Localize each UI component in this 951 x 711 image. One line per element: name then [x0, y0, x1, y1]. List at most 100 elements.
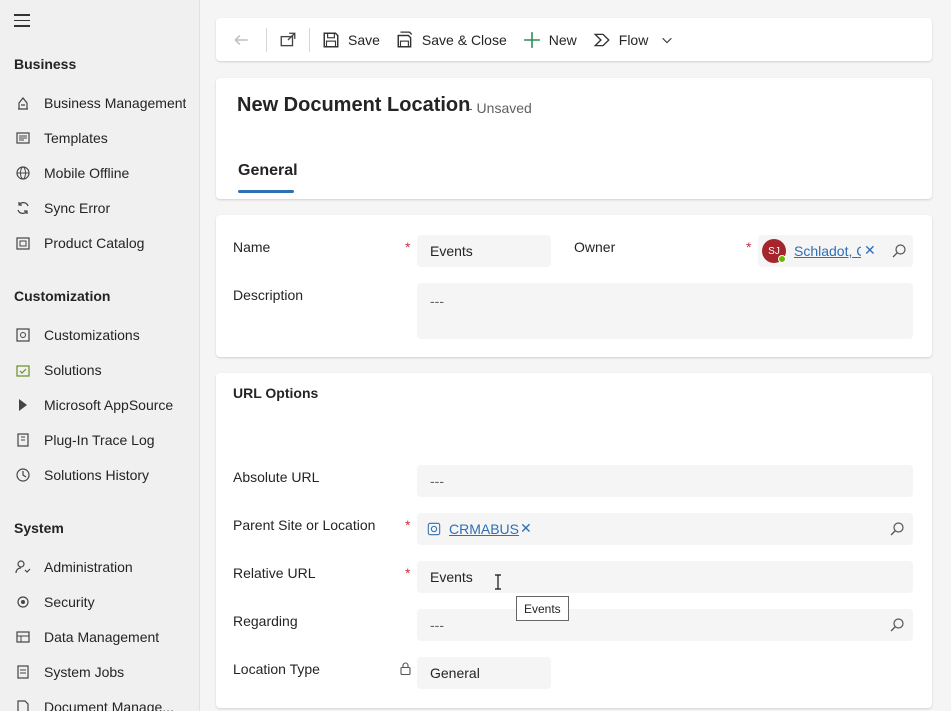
section-title: URL Options — [233, 385, 319, 401]
sidebar-item-label: Administration — [44, 558, 133, 575]
sidebar-item-customizations[interactable]: Customizations — [0, 317, 199, 352]
sidebar-item-label: Business Management — [44, 94, 187, 111]
open-in-new-window-icon — [280, 32, 296, 46]
remove-owner-icon[interactable]: ✕ — [864, 242, 876, 259]
name-field[interactable]: Events — [417, 235, 551, 267]
security-icon — [14, 593, 32, 611]
plus-icon — [523, 31, 540, 48]
sidebar-item-system-jobs[interactable]: System Jobs — [0, 654, 199, 689]
save-close-label: Save & Close — [421, 31, 507, 48]
page-title: New Document Location — [237, 94, 471, 116]
flow-button[interactable]: Flow — [585, 18, 683, 61]
new-label: New — [548, 31, 577, 48]
parent-location-label: Parent Site or Location — [233, 517, 376, 533]
owner-lookup[interactable]: SJ Schladot, C ✕ — [758, 235, 913, 267]
required-indicator: * — [405, 565, 411, 581]
sidebar-item-label: Microsoft AppSource — [44, 396, 174, 413]
description-field[interactable]: --- — [417, 283, 913, 339]
tooltip: Events — [516, 596, 569, 621]
save-status: - Unsaved — [468, 100, 532, 116]
document-management-icon — [14, 698, 32, 711]
administration-icon — [14, 558, 32, 576]
chevron-down-icon[interactable] — [660, 33, 674, 47]
location-type-field: General — [417, 657, 551, 689]
sidebar-item-business-management[interactable]: Business Management — [0, 85, 199, 120]
sidebar-item-label: Solutions History — [44, 466, 150, 483]
regarding-lookup[interactable]: --- — [417, 609, 913, 641]
location-type-label: Location Type — [233, 661, 320, 677]
sidebar-item-label: Mobile Offline — [44, 164, 130, 181]
toolbar-separator — [266, 27, 267, 52]
tab-selected-indicator — [238, 190, 294, 193]
templates-icon — [14, 129, 32, 147]
flow-icon — [593, 33, 610, 46]
group-title-business: Business — [14, 56, 77, 72]
solutions-icon — [14, 361, 32, 379]
owner-link[interactable]: Schladot, C — [794, 243, 861, 259]
save-and-close-button[interactable]: Save & Close — [388, 18, 515, 61]
regarding-value: --- — [430, 617, 444, 633]
sidebar-item-plug-in-trace-log[interactable]: Plug-In Trace Log — [0, 422, 199, 457]
sidebar-item-solutions[interactable]: Solutions — [0, 352, 199, 387]
group-title-system: System — [14, 520, 64, 536]
name-label: Name — [233, 239, 271, 255]
relative-url-field[interactable]: Events — [417, 561, 913, 593]
product-catalog-icon — [14, 234, 32, 252]
customizations-icon — [14, 326, 32, 344]
tab-general[interactable]: General — [238, 162, 298, 180]
form-header: New Document Location - Unsaved General — [216, 78, 932, 199]
search-icon[interactable] — [889, 617, 905, 633]
sidebar-item-label: Plug-In Trace Log — [44, 431, 155, 448]
sync-icon — [14, 199, 32, 217]
remove-parent-icon[interactable]: ✕ — [520, 520, 532, 537]
sidebar-item-label: Templates — [44, 129, 108, 146]
parent-location-link[interactable]: CRMABUS — [449, 521, 519, 537]
globe-icon — [14, 164, 32, 182]
save-button[interactable]: Save — [314, 18, 388, 61]
sidebar-item-sync-error[interactable]: Sync Error — [0, 190, 199, 225]
owner-label: Owner — [574, 239, 616, 255]
absolute-url-field[interactable]: --- — [417, 465, 913, 497]
required-indicator: * — [746, 239, 752, 255]
lock-icon — [400, 662, 411, 675]
sidebar-item-label: Product Catalog — [44, 234, 145, 251]
open-in-new-window-button[interactable] — [271, 18, 305, 61]
back-arrow-icon — [234, 34, 248, 45]
group-title-customization: Customization — [14, 288, 111, 304]
hamburger-menu-icon[interactable] — [14, 14, 30, 28]
sidebar-item-label: Data Management — [44, 628, 160, 645]
appsource-icon — [14, 396, 32, 414]
search-icon[interactable] — [889, 521, 905, 537]
sidebar-item-solutions-history[interactable]: Solutions History — [0, 457, 199, 492]
trace-log-icon — [14, 431, 32, 449]
sidebar-item-data-management[interactable]: Data Management — [0, 619, 199, 654]
required-indicator: * — [405, 239, 411, 255]
sidebar-item-product-catalog[interactable]: Product Catalog — [0, 225, 199, 260]
save-close-icon — [397, 31, 413, 47]
sidebar-item-label: Sync Error — [44, 199, 111, 216]
save-icon — [323, 32, 339, 47]
sidebar-item-mobile-offline[interactable]: Mobile Offline — [0, 155, 199, 190]
absolute-url-label: Absolute URL — [233, 469, 320, 485]
sidebar: Business Business Management Templates M… — [0, 0, 200, 711]
sidebar-item-administration[interactable]: Administration — [0, 549, 199, 584]
parent-location-lookup[interactable]: CRMABUS ✕ — [417, 513, 913, 545]
sidebar-item-label: System Jobs — [44, 663, 125, 680]
new-button[interactable]: New — [515, 18, 585, 61]
system-jobs-icon — [14, 663, 32, 681]
sidebar-item-document-management[interactable]: Document Manage... — [0, 689, 199, 711]
relative-url-label: Relative URL — [233, 565, 316, 581]
sidebar-item-label: Solutions — [44, 361, 102, 378]
sidebar-item-microsoft-appsource[interactable]: Microsoft AppSource — [0, 387, 199, 422]
search-icon[interactable] — [891, 243, 907, 259]
presence-indicator — [778, 255, 786, 263]
required-indicator: * — [405, 517, 411, 533]
back-button[interactable] — [216, 18, 262, 61]
toolbar-separator — [309, 27, 310, 52]
history-icon — [14, 466, 32, 484]
flow-label: Flow — [618, 31, 649, 48]
sidebar-item-templates[interactable]: Templates — [0, 120, 199, 155]
save-label: Save — [348, 31, 380, 48]
sidebar-item-security[interactable]: Security — [0, 584, 199, 619]
data-management-icon — [14, 628, 32, 646]
